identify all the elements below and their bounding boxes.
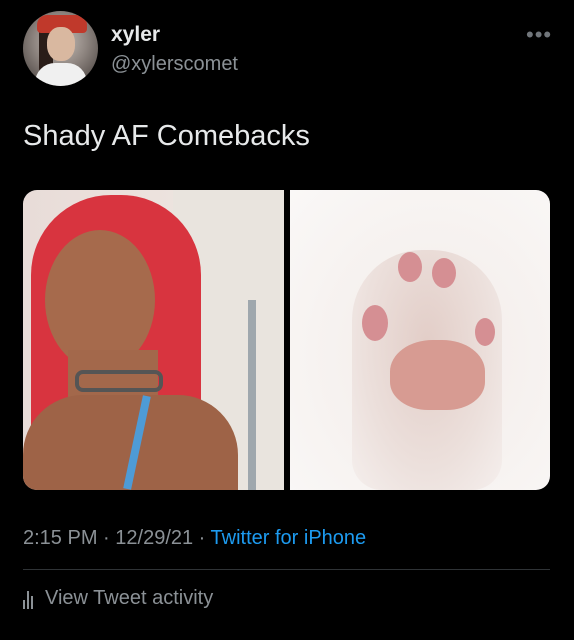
tweet-time[interactable]: 2:15 PM — [23, 527, 97, 549]
divider — [23, 569, 550, 570]
tweet-text: Shady AF Comebacks — [23, 120, 310, 152]
view-tweet-activity-button[interactable]: View Tweet activity — [23, 587, 213, 610]
avatar-body — [35, 63, 87, 86]
tweet-source[interactable]: Twitter for iPhone — [211, 527, 367, 549]
media-image-cat-paw[interactable] — [290, 190, 550, 490]
avatar-face — [47, 27, 75, 61]
media-image-woman[interactable] — [23, 190, 284, 490]
tweet-meta: 2:15 PM · 12/29/21 · Twitter for iPhone — [23, 527, 367, 549]
tweet-media — [23, 190, 550, 490]
view-tweet-activity-label: View Tweet activity — [45, 587, 214, 609]
author-name[interactable]: xyler — [111, 23, 160, 47]
more-horizontal-icon[interactable]: ••• — [526, 22, 552, 48]
bar-chart-icon — [23, 589, 33, 609]
avatar[interactable] — [23, 11, 98, 86]
tweet-date[interactable]: 12/29/21 — [115, 527, 193, 549]
author-handle[interactable]: @xylerscomet — [111, 53, 238, 76]
